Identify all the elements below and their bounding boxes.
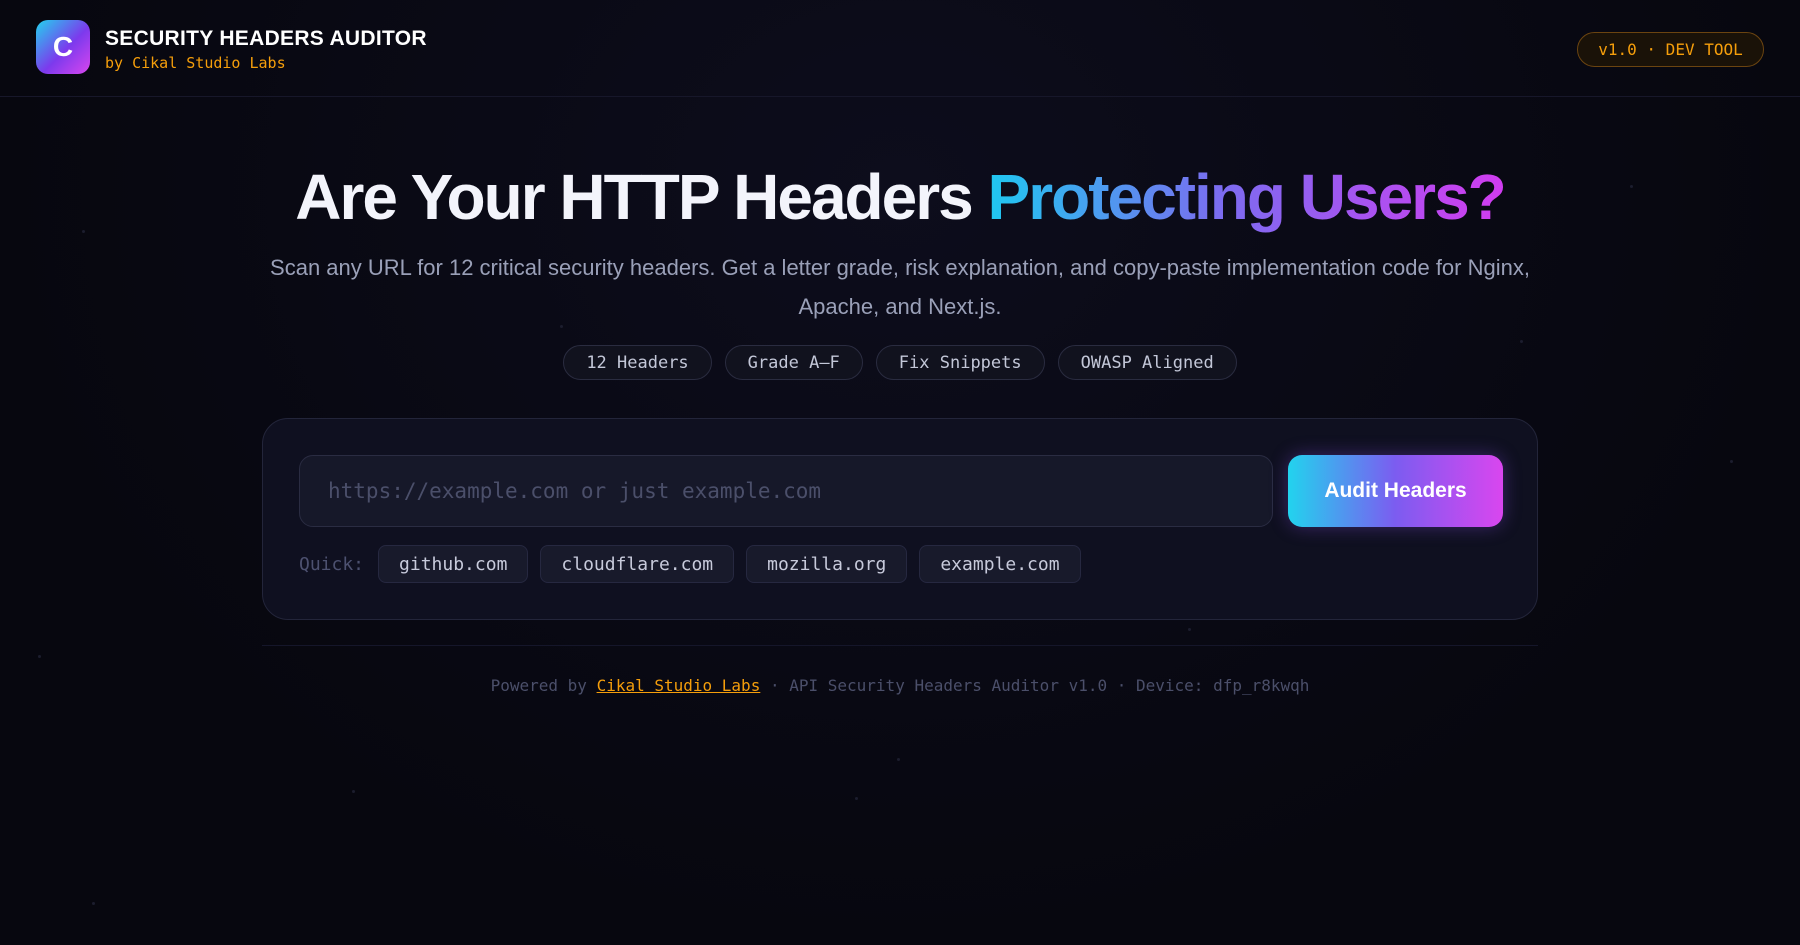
quick-item-mozilla[interactable]: mozilla.org [746,545,908,583]
feature-chip-headers: 12 Headers [563,345,712,380]
footer-suffix: · API Security Headers Auditor v1.0 · De… [760,676,1310,695]
hero-title-plain: Are Your HTTP Headers [295,161,988,233]
feature-chip-owasp: OWASP Aligned [1057,345,1237,380]
hero-title-highlight: Protecting Users? [987,161,1507,233]
version-badge: v1.0 · DEV TOOL [1577,32,1764,67]
quick-item-example[interactable]: example.com [919,545,1081,583]
footer-studio-link[interactable]: Cikal Studio Labs [597,676,761,695]
feature-chip-snippets: Fix Snippets [875,345,1045,380]
scan-card: Audit Headers Quick: github.com cloudfla… [262,418,1538,620]
hero-subtitle: Scan any URL for 12 critical security he… [270,255,1530,319]
quick-item-github[interactable]: github.com [378,545,529,583]
url-input[interactable] [299,455,1273,527]
feature-chips: 12 Headers Grade A–F Fix Snippets OWASP … [0,345,1800,380]
page: C SECURITY HEADERS AUDITOR by Cikal Stud… [0,0,1800,945]
app-logo[interactable]: C [36,20,90,74]
quick-links: Quick: github.com cloudflare.com mozilla… [299,545,1081,583]
top-bar: C SECURITY HEADERS AUDITOR by Cikal Stud… [0,0,1800,97]
footer-divider [262,645,1538,646]
app-title: SECURITY HEADERS AUDITOR [105,27,427,50]
quick-label: Quick: [299,553,365,575]
footer: Powered by Cikal Studio Labs · API Secur… [0,676,1800,695]
quick-item-cloudflare[interactable]: cloudflare.com [540,545,735,583]
logo-letter: C [52,31,74,62]
app-subtitle: by Cikal Studio Labs [105,54,286,72]
footer-prefix: Powered by [490,676,597,695]
audit-headers-button[interactable]: Audit Headers [1288,455,1503,527]
feature-chip-grade: Grade A–F [724,345,863,380]
hero-title: Are Your HTTP Headers Protecting Users? [0,160,1800,234]
